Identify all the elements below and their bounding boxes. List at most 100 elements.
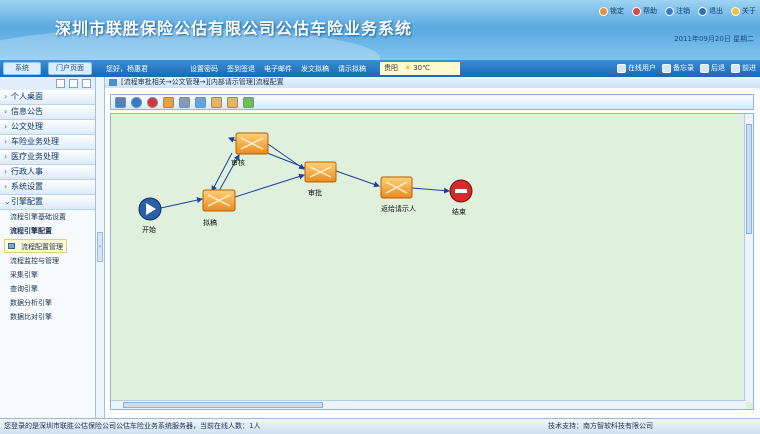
horizontal-scrollbar[interactable]	[111, 400, 746, 409]
sidebar-subitem-analysis-engine[interactable]: 数据分析引擎	[0, 296, 95, 310]
app-window: 深圳市联胜保险公估有限公司公估车险业务系统 锁定 帮助 注销 退出 关于 201…	[0, 0, 760, 434]
edge-feedback-end[interactable]	[411, 187, 450, 194]
date-display: 2011年09月20日 星期二	[674, 35, 754, 43]
save-icon[interactable]	[115, 97, 126, 108]
image-icon[interactable]	[195, 97, 206, 108]
weather-city: 贵阳	[384, 64, 398, 72]
memo-button[interactable]: 备忘录	[662, 63, 694, 73]
back-button[interactable]: 后退	[700, 63, 725, 73]
sidebar-subitem-engine-basics[interactable]: 流程引擎基础设置	[0, 210, 95, 224]
expand-icon[interactable]	[69, 79, 78, 88]
sidebar-controls	[0, 77, 95, 90]
sidebar-collapse-handle[interactable]: ‹	[97, 232, 103, 262]
vertical-scrollbar[interactable]	[744, 114, 753, 402]
chevron-right-icon: ›	[4, 182, 8, 191]
collapse-icon[interactable]	[82, 79, 91, 88]
sidebar-subitem-collect-engine[interactable]: 采集引擎	[0, 268, 95, 282]
edge-draft-approve[interactable]	[234, 173, 305, 198]
main-panel: [流程审批相关→公文管理→][内部请示管理]流程配置 开始 拟稿 审核 审批 返…	[104, 77, 760, 418]
start-node[interactable]	[138, 197, 162, 221]
draft-request-link[interactable]: 请示拟稿	[338, 64, 366, 74]
review-task-node[interactable]	[235, 132, 269, 155]
approve-task-node[interactable]	[304, 161, 337, 183]
page-icon	[109, 79, 117, 86]
user-greeting: 您好，杨惠君	[106, 65, 148, 73]
vertical-scroll-thumb[interactable]	[746, 124, 752, 234]
sidebar-subitem-query-engine[interactable]: 查询引擎	[0, 282, 95, 296]
lock-icon	[599, 6, 608, 16]
sidebar-item-system-settings[interactable]: › 系统设置	[0, 180, 95, 195]
logout-icon	[665, 6, 674, 16]
system-button[interactable]: 系统	[3, 62, 41, 75]
breadcrumb: [流程审批相关→公文管理→][内部请示管理]流程配置	[105, 77, 760, 88]
chevron-right-icon: ›	[4, 167, 8, 176]
sidebar-item-medical[interactable]: › 医疗业务处理	[0, 150, 95, 165]
feedback-label: 返给请示人	[381, 204, 416, 213]
end-label: 结束	[452, 207, 466, 216]
status-login-info: 您登录的是深圳市联胜公估保险公司公估车险业务系统服务器，当前在线人数：1人	[4, 422, 261, 430]
task-icon[interactable]	[163, 97, 174, 108]
sidebar-item-auto-insurance[interactable]: › 车险业务处理	[0, 135, 95, 150]
sidebar-subitem-compare-engine[interactable]: 数据比对引擎	[0, 310, 95, 324]
horizontal-scroll-thumb[interactable]	[123, 402, 323, 408]
sidebar-subitem-engine-config[interactable]: 流程引擎配置	[0, 224, 95, 238]
about-link[interactable]: 关于	[731, 6, 756, 16]
edge-approve-feedback[interactable]	[335, 170, 380, 188]
workflow-toolbar	[110, 94, 754, 110]
undo-icon[interactable]	[211, 97, 222, 108]
sidebar: › 个人桌面 › 信息公告 › 公文处理 › 车险业务处理 › 医疗业务处理 › 行政人事 …	[0, 77, 96, 418]
chevron-right-icon: ›	[4, 152, 8, 161]
feedback-task-node[interactable]	[380, 176, 413, 199]
draft-task-node[interactable]	[202, 189, 236, 212]
sidebar-item-engine-config[interactable]: ⌄引擎配置	[0, 195, 95, 210]
draft-document-link[interactable]: 发文拟稿	[301, 64, 329, 74]
chevron-right-icon: ›	[4, 92, 8, 101]
redo-icon[interactable]	[227, 97, 238, 108]
sidebar-item-personal-desktop[interactable]: › 个人桌面	[0, 90, 95, 105]
folder-icon	[8, 243, 15, 249]
check-icon[interactable]	[243, 97, 254, 108]
lock-link[interactable]: 锁定	[599, 6, 624, 16]
print-icon[interactable]	[179, 97, 190, 108]
sidebar-subitem-flow-monitor[interactable]: 流程监控与管理	[0, 254, 95, 268]
sidebar-item-hr[interactable]: › 行政人事	[0, 165, 95, 180]
portal-button[interactable]: 门户页面	[48, 62, 92, 75]
header-banner: 深圳市联胜保险公估有限公司公估车险业务系统 锁定 帮助 注销 退出 关于 201…	[0, 0, 760, 60]
draft-label: 拟稿	[203, 218, 217, 227]
refresh-icon[interactable]	[56, 79, 65, 88]
status-bar: 您登录的是深圳市联胜公估保险公司公估车险业务系统服务器，当前在线人数：1人 技术…	[0, 418, 760, 434]
workflow-canvas[interactable]: 开始 拟稿 审核 审批 返给请示人 结束	[110, 113, 754, 410]
sidebar-item-announcements[interactable]: › 信息公告	[0, 105, 95, 120]
exit-link[interactable]: 退出	[698, 6, 723, 16]
workflow-diagram: 开始 拟稿 审核 审批 返给请示人 结束	[138, 132, 473, 234]
workflow-labels: 开始 拟稿 审核 审批 返给请示人 结束	[142, 158, 466, 234]
weather-widget: 贵阳 ☀ 30℃	[380, 62, 460, 75]
app-title: 深圳市联胜保险公估有限公司公估车险业务系统	[55, 19, 413, 38]
help-link[interactable]: 帮助	[632, 6, 657, 16]
logout-link[interactable]: 注销	[665, 6, 690, 16]
sidebar-item-documents[interactable]: › 公文处理	[0, 120, 95, 135]
run-icon[interactable]	[131, 97, 142, 108]
chevron-right-icon: ›	[4, 107, 8, 116]
about-icon	[731, 6, 740, 16]
quick-links: 设置密码 签到签退 电子邮件 发文拟稿 请示拟稿	[190, 64, 366, 74]
chevron-down-icon: ⌄	[4, 197, 11, 206]
memo-icon	[662, 63, 671, 73]
users-icon	[617, 63, 626, 73]
email-link[interactable]: 电子邮件	[264, 64, 292, 74]
sign-in-out-link[interactable]: 签到签退	[227, 64, 255, 74]
edge-start-draft[interactable]	[160, 197, 203, 209]
set-password-link[interactable]: 设置密码	[190, 64, 218, 74]
sidebar-subitem-flow-config-manage[interactable]: 流程配置管理	[4, 239, 67, 253]
review-label: 审核	[231, 158, 245, 167]
start-label: 开始	[142, 225, 156, 234]
approve-label: 审批	[308, 188, 322, 197]
stop-icon[interactable]	[147, 97, 158, 108]
end-node[interactable]	[449, 179, 473, 203]
right-tools: 在线用户 备忘录 后退 前进	[617, 63, 756, 73]
forward-button[interactable]: 前进	[731, 63, 756, 73]
help-icon	[632, 6, 641, 16]
online-users-button[interactable]: 在线用户	[617, 63, 656, 73]
chevron-right-icon: ›	[4, 122, 8, 131]
exit-icon	[698, 6, 707, 16]
